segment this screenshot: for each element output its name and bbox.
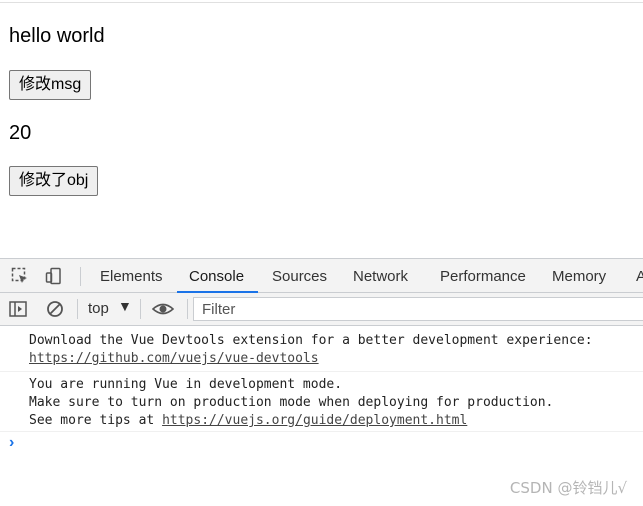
- console-prompt-chevron-icon[interactable]: ›: [9, 434, 14, 452]
- toolbar-separator: [77, 299, 78, 319]
- console-message-text: See more tips at: [29, 413, 163, 428]
- tab-memory[interactable]: Memory: [552, 259, 606, 292]
- vue-deployment-link[interactable]: https://vuejs.org/guide/deployment.html: [162, 413, 467, 428]
- tab-application[interactable]: A: [636, 259, 643, 292]
- devtools-panel: Elements Console Sources Network Perform…: [0, 258, 643, 506]
- context-selector[interactable]: top: [88, 300, 109, 317]
- tab-network[interactable]: Network: [353, 259, 408, 292]
- msg-text: hello world: [9, 25, 105, 47]
- filter-input[interactable]: [193, 297, 643, 321]
- tab-elements[interactable]: Elements: [100, 259, 163, 292]
- console-message-text: Download the Vue Devtools extension for …: [29, 333, 593, 348]
- console-message-text: Make sure to turn on production mode whe…: [29, 395, 554, 410]
- tab-console[interactable]: Console: [176, 259, 259, 293]
- top-border: [0, 2, 643, 3]
- inspect-element-icon[interactable]: [11, 267, 29, 285]
- tab-performance[interactable]: Performance: [440, 259, 526, 292]
- show-sidebar-icon[interactable]: [9, 300, 27, 318]
- number-text: 20: [9, 122, 32, 144]
- modify-obj-button[interactable]: 修改了obj: [9, 166, 99, 196]
- device-toolbar-icon[interactable]: [45, 267, 63, 285]
- live-expression-eye-icon[interactable]: [152, 300, 174, 318]
- toolbar-separator: [140, 299, 141, 319]
- vue-devtools-link[interactable]: https://github.com/vuejs/vue-devtools: [29, 351, 319, 366]
- watermark: CSDN @铃铛儿√: [509, 479, 627, 497]
- toolbar-separator: [187, 299, 188, 319]
- console-message: You are running Vue in development mode.…: [0, 372, 643, 432]
- dropdown-arrow-icon[interactable]: ▼: [118, 298, 132, 314]
- tab-separator: [80, 267, 81, 286]
- devtools-tab-bar: Elements Console Sources Network Perform…: [0, 258, 643, 293]
- tab-sources[interactable]: Sources: [272, 259, 327, 292]
- clear-console-icon[interactable]: [46, 300, 64, 318]
- console-message: Download the Vue Devtools extension for …: [0, 326, 643, 372]
- console-message-text: You are running Vue in development mode.: [29, 377, 343, 392]
- modify-msg-button[interactable]: 修改msg: [9, 70, 92, 100]
- console-toolbar: top ▼: [0, 293, 643, 326]
